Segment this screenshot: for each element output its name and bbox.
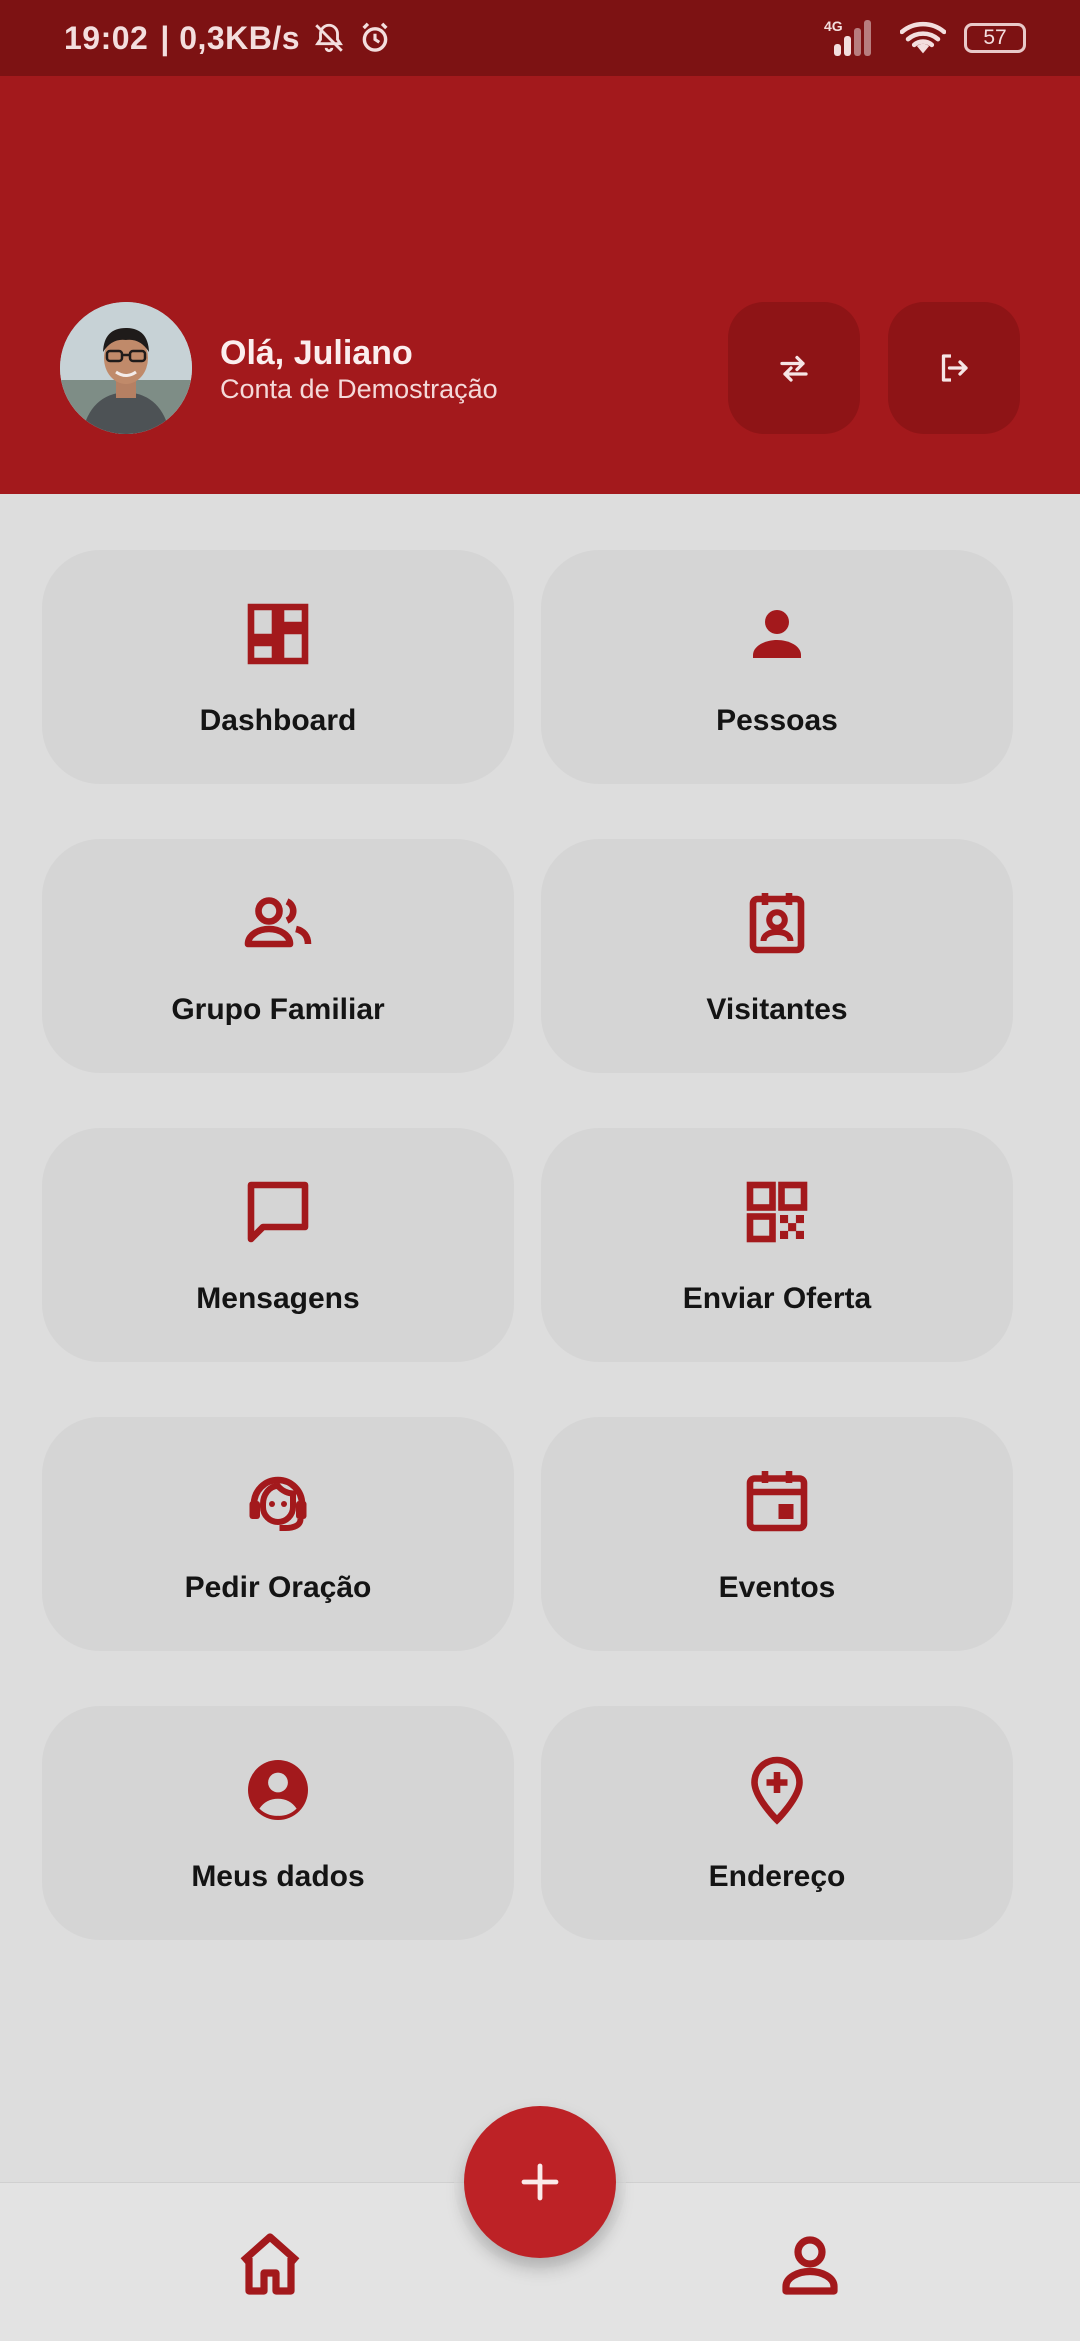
signal-bars-icon bbox=[834, 20, 871, 56]
account-circle-icon bbox=[248, 1760, 308, 1820]
status-bar: 19:02 | 0,3KB/s 4G 57 bbox=[0, 0, 1080, 76]
wifi-icon bbox=[900, 21, 946, 54]
avatar[interactable] bbox=[60, 302, 192, 434]
chat-icon bbox=[247, 1181, 309, 1243]
battery-level: 57 bbox=[983, 26, 1007, 49]
menu-tile-mensagens[interactable]: Mensagens bbox=[42, 1128, 514, 1362]
menu-tile-enviar-oferta[interactable]: Enviar Oferta bbox=[541, 1128, 1013, 1362]
calendar-event-icon bbox=[746, 1471, 808, 1532]
status-speed: | 0,3KB/s bbox=[160, 19, 301, 56]
logout-button[interactable] bbox=[888, 302, 1020, 434]
menu-tile-eventos[interactable]: Eventos bbox=[541, 1417, 1013, 1651]
menu-tile-dashboard[interactable]: Dashboard bbox=[42, 550, 514, 784]
menu-tile-pessoas[interactable]: Pessoas bbox=[541, 550, 1013, 784]
menu-label: Pessoas bbox=[716, 704, 838, 737]
person-icon bbox=[753, 610, 801, 658]
support-agent-icon bbox=[249, 1476, 307, 1531]
menu-label: Enviar Oferta bbox=[682, 1282, 872, 1315]
group-icon bbox=[244, 897, 312, 948]
signal-indicator: 4G bbox=[824, 18, 882, 58]
menu-label: Eventos bbox=[718, 1571, 836, 1604]
greeting: Olá, Juliano bbox=[220, 334, 413, 372]
add-location-icon bbox=[751, 1756, 803, 1825]
menu-tile-visitantes[interactable]: Visitantes bbox=[541, 839, 1013, 1073]
menu-label: Dashboard bbox=[199, 704, 357, 737]
menu-label: Pedir Oração bbox=[184, 1571, 372, 1604]
home-icon[interactable] bbox=[234, 2228, 306, 2300]
plus-icon bbox=[521, 2163, 559, 2201]
dashboard-icon bbox=[247, 603, 309, 665]
alarm-icon bbox=[362, 22, 388, 52]
status-time: 19:02 bbox=[64, 19, 149, 56]
menu-tile-pedir-oracao[interactable]: Pedir Oração bbox=[42, 1417, 514, 1651]
menu-label: Mensagens bbox=[196, 1282, 360, 1315]
account-name: Conta de Demostração bbox=[220, 374, 498, 404]
menu-label: Endereço bbox=[708, 1860, 846, 1893]
bell-off-icon bbox=[315, 23, 344, 53]
status-right: 4G 57 bbox=[824, 0, 1026, 76]
swap-horiz-icon bbox=[780, 355, 808, 382]
profile-icon[interactable] bbox=[774, 2228, 846, 2300]
menu-label: Grupo Familiar bbox=[171, 993, 385, 1026]
status-left: 19:02 | 0,3KB/s bbox=[64, 0, 392, 76]
logout-icon bbox=[941, 354, 968, 382]
switch-account-button[interactable] bbox=[728, 302, 860, 434]
avatar-photo bbox=[60, 302, 192, 434]
menu-tile-grupo-familiar[interactable]: Grupo Familiar bbox=[42, 839, 514, 1073]
badge-icon bbox=[749, 893, 805, 954]
battery-indicator: 57 bbox=[964, 23, 1026, 53]
menu-label: Visitantes bbox=[706, 993, 848, 1026]
menu-label: Meus dados bbox=[191, 1860, 365, 1893]
menu-tile-meus-dados[interactable]: Meus dados bbox=[42, 1706, 514, 1940]
add-button[interactable] bbox=[464, 2106, 616, 2258]
menu-tile-endereco[interactable]: Endereço bbox=[541, 1706, 1013, 1940]
qr-code-icon bbox=[746, 1181, 808, 1243]
